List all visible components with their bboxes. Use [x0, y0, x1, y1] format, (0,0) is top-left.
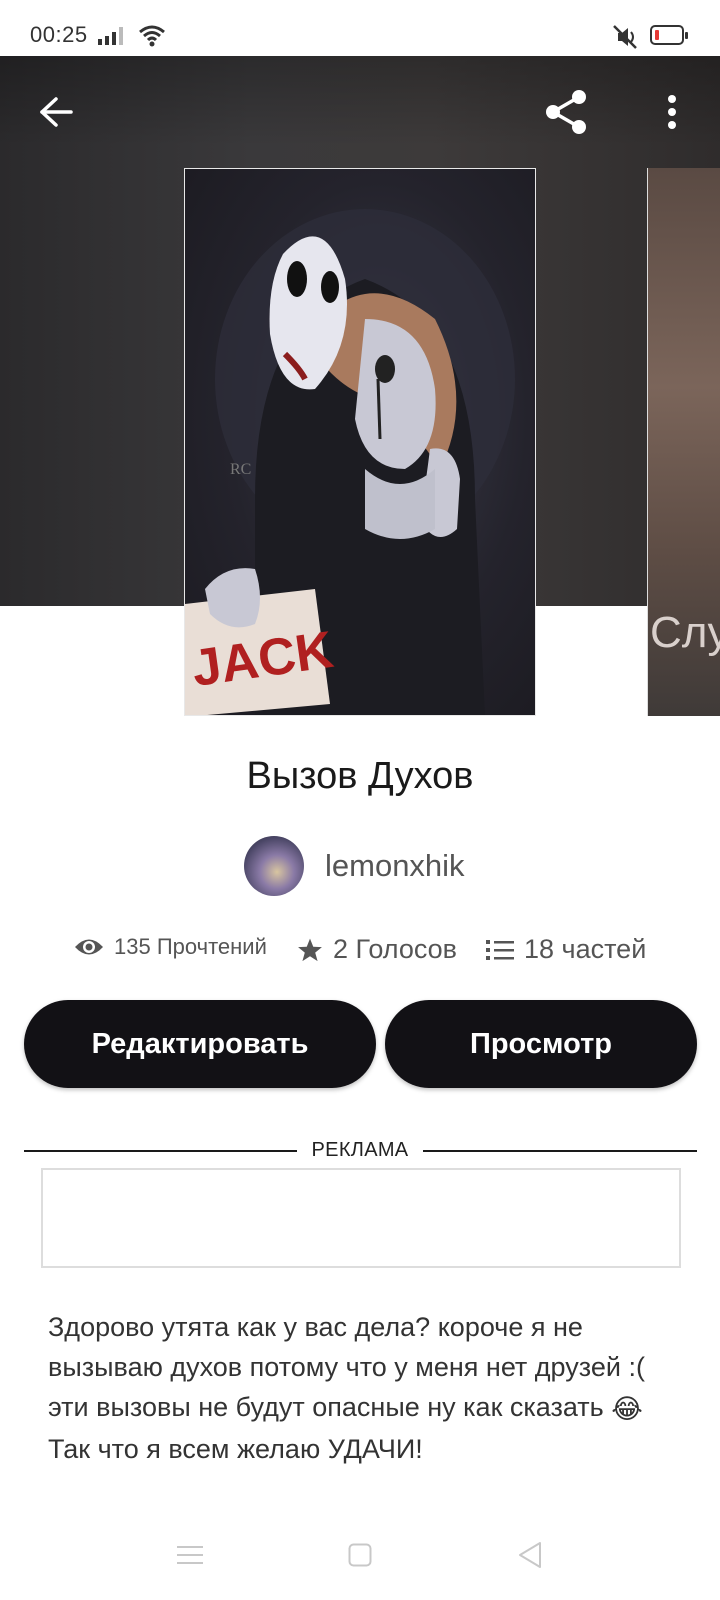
arrow-left-icon: [40, 97, 73, 127]
edit-button[interactable]: Редактировать: [24, 1000, 376, 1088]
ad-divider-left: [24, 1150, 297, 1152]
ad-divider-right: [423, 1150, 697, 1152]
laughing-emoji-icon: 😂: [611, 1393, 643, 1424]
system-nav-bar: [0, 1515, 720, 1600]
description-text: Здорово утята как у вас дела? короче я н…: [48, 1312, 645, 1422]
nav-home-button[interactable]: [340, 1535, 380, 1575]
hero-shade: [0, 56, 720, 146]
story-stats: 135 Прочтений 2 Голосов 18 частей: [0, 934, 720, 974]
preview-button[interactable]: Просмотр: [385, 1000, 697, 1088]
home-square-icon: [348, 1543, 372, 1567]
eye-icon: [75, 939, 103, 955]
author-avatar: [244, 836, 304, 896]
parts-stat: 18 частей: [486, 934, 646, 965]
story-title: Вызов Духов: [246, 755, 474, 797]
reads-count: 135 Прочтений: [114, 934, 267, 959]
more-vertical-icon: [668, 95, 676, 129]
battery-low-icon: [650, 25, 688, 45]
next-story-cover[interactable]: Слу: [647, 168, 720, 716]
more-options-button[interactable]: [652, 86, 692, 138]
back-triangle-icon: [519, 1542, 541, 1568]
votes-stat: 2 Голосов: [297, 934, 457, 965]
description-text-end: Так что я всем желаю УДАЧИ!: [48, 1433, 423, 1464]
next-cover-text: Слу: [650, 608, 720, 657]
status-bar: 00:25: [0, 0, 720, 56]
share-icon: [546, 90, 586, 134]
cover-illustration: JACK RC: [185, 209, 515, 715]
nav-back-button[interactable]: [510, 1535, 550, 1575]
status-time: 00:25: [30, 22, 88, 47]
menu-icon: [177, 1546, 203, 1564]
story-description: Здорово утята как у вас дела? короче я н…: [48, 1307, 688, 1469]
list-icon: [486, 939, 514, 960]
nav-recents-button[interactable]: [170, 1535, 210, 1575]
back-button[interactable]: [32, 88, 80, 136]
signal-icon: [98, 27, 123, 45]
share-button[interactable]: [540, 86, 592, 138]
votes-count: 2 Голосов: [333, 934, 457, 964]
ad-label: РЕКЛАМА: [311, 1139, 409, 1161]
author-name: lemonxhik: [325, 848, 465, 883]
parts-count: 18 частей: [524, 934, 647, 964]
mute-icon: [613, 25, 637, 49]
wifi-icon: [139, 25, 165, 47]
story-cover[interactable]: JACK RC: [184, 168, 536, 716]
battery-level: [655, 30, 659, 40]
star-icon: [298, 938, 322, 961]
cover-signature: RC: [230, 461, 251, 478]
author-link[interactable]: lemonxhik: [244, 835, 465, 897]
ad-placeholder[interactable]: [41, 1168, 681, 1268]
reads-stat: 135 Прочтений: [74, 934, 267, 960]
